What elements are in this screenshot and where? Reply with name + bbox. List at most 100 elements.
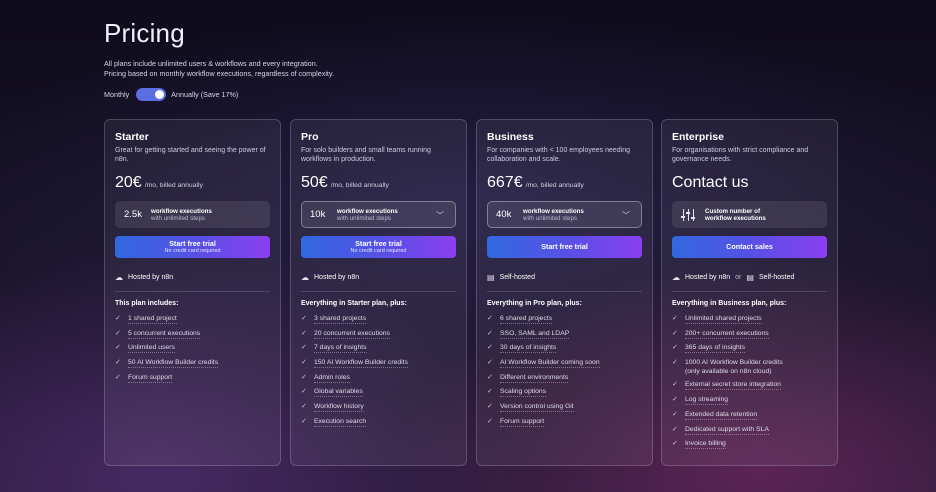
feature-item: ✓ Forum support: [487, 417, 545, 427]
check-icon: ✓: [301, 359, 307, 367]
feature-item: ✓ AI Workflow Builder coming soon: [487, 359, 600, 369]
check-icon: ✓: [115, 359, 121, 367]
feature-list: ✓ 3 shared projects ✓ 20 concurrent execut…: [301, 315, 456, 427]
hosting-alt-label: Self-hosted: [758, 273, 795, 281]
monthly-label[interactable]: Monthly: [104, 90, 129, 99]
price-row: Contact us: [672, 174, 827, 194]
feature-item: ✓ 50 AI Workflow Builder credits: [115, 359, 219, 369]
feature-item: ✓ External secret store integration: [672, 381, 781, 391]
intro-line-2: Pricing based on monthly workflow execut…: [104, 69, 334, 78]
feature-item: ✓ 3 shared projects: [301, 315, 367, 324]
execution-dropdown[interactable]: 10k workflow executions with unlimited st…: [301, 201, 456, 228]
feature-item: ✓ 30 days of insights: [487, 344, 557, 354]
hosting-label: Hosted by n8n: [314, 273, 360, 281]
hosting-info: ☁ Hosted by n8n: [301, 272, 456, 282]
check-icon: ✓: [301, 388, 307, 396]
intro-text: All plans include unlimited users & work…: [104, 59, 334, 79]
check-icon: ✓: [487, 403, 493, 411]
check-icon: ✓: [487, 344, 493, 352]
price-row: 20€ /mo, billed annually: [115, 174, 270, 194]
cta-label: Contact sales: [726, 242, 773, 251]
divider: [672, 291, 827, 292]
feature-item: ✓ Workflow history: [301, 403, 364, 413]
check-icon: ✓: [487, 373, 493, 381]
hosting-info: ☁ Hosted by n8n or ▤ Self-hosted: [672, 272, 827, 282]
check-icon: ✓: [672, 440, 678, 448]
hosting-info: ☁ Hosted by n8n: [115, 272, 270, 282]
hosting-info: ▤ Self-hosted: [487, 272, 642, 282]
cta-label: Start free trial: [355, 238, 402, 248]
billing-toggle-row: Monthly Annually (Save 17%): [104, 88, 238, 101]
plan-description: For solo builders and small teams runnin…: [301, 147, 431, 163]
plan-card-starter: Starter Great for getting started and se…: [104, 119, 281, 466]
custom-label-line2: workflow executions: [705, 214, 766, 222]
check-icon: ✓: [487, 315, 493, 322]
feature-item: ✓ Invoice billing: [672, 440, 726, 450]
hosting-or: or: [735, 273, 742, 281]
execution-count: 10k: [310, 209, 326, 220]
feature-item: ✓ 1000 AI Workflow Builder credits: [672, 359, 783, 367]
price-period: /mo, billed annually: [525, 182, 584, 189]
divider: [115, 291, 270, 292]
plan-name: Enterprise: [672, 131, 724, 143]
server-icon: ▤: [746, 272, 754, 282]
start-free-trial-button[interactable]: Start free trial No credit card required: [301, 236, 456, 258]
execution-label: workflow executions: [337, 207, 398, 215]
feature-item: ✓ 20 concurrent executions: [301, 329, 390, 339]
check-icon: ✓: [672, 425, 678, 433]
check-icon: ✓: [301, 373, 307, 381]
check-icon: ✓: [301, 344, 307, 352]
feature-item: ✓ SSO, SAML and LDAP: [487, 329, 570, 339]
check-icon: ✓: [301, 315, 307, 322]
feature-item-note: (only available on n8n cloud): [685, 367, 772, 375]
feature-item: ✓ Admin roles: [301, 373, 350, 383]
price-row: 667€ /mo, billed annually: [487, 174, 642, 194]
plan-description: For organisations with strict compliance…: [672, 147, 809, 163]
check-icon: ✓: [301, 329, 307, 337]
feature-item: ✓ Version control using Git: [487, 403, 574, 413]
execution-label: workflow executions: [523, 207, 584, 215]
page-title: Pricing: [104, 18, 185, 48]
feature-item: ✓ Global variables: [301, 388, 363, 398]
cta-sublabel: No credit card required: [350, 247, 407, 254]
check-icon: ✓: [672, 396, 678, 404]
check-icon: ✓: [115, 315, 121, 322]
intro-line-1: All plans include unlimited users & work…: [104, 59, 318, 68]
plan-price: 50€: [301, 174, 328, 191]
plan-price: 20€: [115, 174, 142, 191]
start-free-trial-button[interactable]: Start free trial No credit card required: [115, 236, 270, 258]
feature-item: ✓ Unlimited users: [115, 344, 175, 354]
check-icon: ✓: [487, 417, 493, 425]
plan-card-enterprise: Enterprise For organisations with strict…: [661, 119, 838, 466]
cta-label: Start free trial: [541, 242, 588, 251]
check-icon: ✓: [672, 329, 678, 337]
check-icon: ✓: [672, 410, 678, 418]
feature-item: ✓ 6 shared projects: [487, 315, 553, 324]
check-icon: ✓: [672, 315, 678, 322]
execution-dropdown[interactable]: 40k workflow executions with unlimited st…: [487, 201, 642, 228]
custom-label-line1: Custom number of: [705, 207, 760, 215]
feature-list: ✓ 1 shared project ✓ 5 concurrent executio…: [115, 315, 270, 383]
billing-toggle-switch[interactable]: [136, 88, 167, 101]
execution-count: 2.5k: [124, 209, 142, 220]
contact-sales-button[interactable]: Contact sales: [672, 236, 827, 258]
start-free-trial-button[interactable]: Start free trial: [487, 236, 642, 258]
execution-count: 40k: [496, 209, 512, 220]
price-row: 50€ /mo, billed annually: [301, 174, 456, 194]
plan-price: 667€: [487, 174, 523, 191]
cta-sublabel: No credit card required: [164, 247, 221, 254]
check-icon: ✓: [672, 344, 678, 352]
execution-selector: 2.5k workflow executions with unlimited s…: [115, 201, 270, 228]
sliders-icon: [681, 208, 695, 221]
divider: [301, 291, 456, 292]
feature-item: ✓ 7 days of insights: [301, 344, 367, 354]
divider: [487, 291, 642, 292]
plan-card-business: Business For companies with < 100 employ…: [476, 119, 653, 466]
plan-description: For companies with < 100 employees needi…: [487, 147, 631, 163]
includes-heading: Everything in Pro plan, plus:: [487, 300, 582, 307]
feature-item: ✓ Unlimited shared projects: [672, 315, 762, 324]
annually-label[interactable]: Annually (Save 17%): [171, 90, 238, 99]
cloud-icon: ☁: [672, 272, 680, 282]
feature-item: ✓ Log streaming: [672, 396, 729, 406]
feature-item: ✓ Execution search: [301, 417, 367, 427]
